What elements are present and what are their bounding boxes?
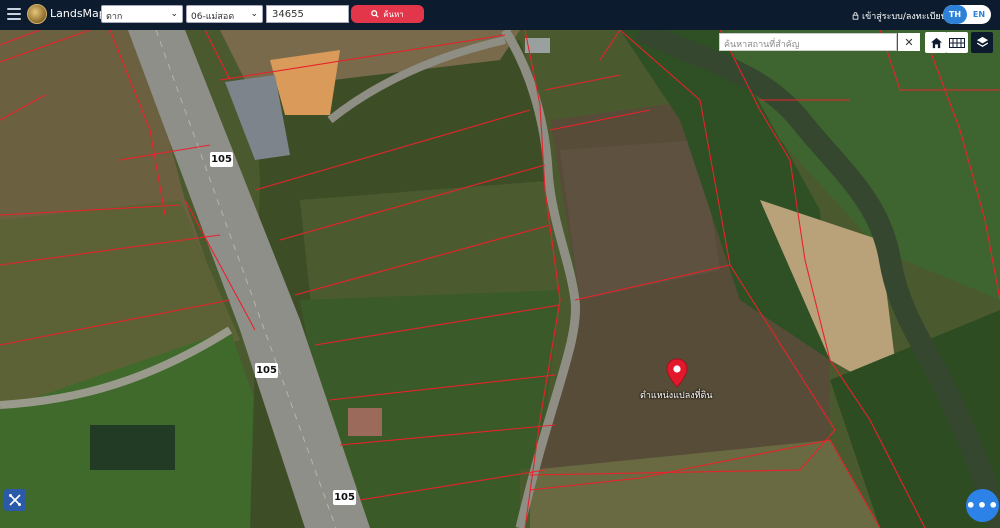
login-link[interactable]: เข้าสู่ระบบ/ลงทะเบียน: [852, 9, 947, 23]
search-button[interactable]: ค้นหา: [351, 5, 424, 23]
grid-icon: [949, 37, 965, 48]
district-select-value: 06-แม่สอด: [191, 12, 235, 22]
chevron-down-icon: ⌄: [170, 9, 178, 19]
province-select[interactable]: ตาก ⌄: [101, 5, 183, 23]
hamburger-icon[interactable]: [7, 8, 21, 20]
grid-button[interactable]: [946, 32, 968, 53]
login-link-label: เข้าสู่ระบบ/ลงทะเบียน: [862, 12, 947, 22]
place-search-input[interactable]: ค้นหาสถานที่สำคัญ: [719, 33, 897, 51]
route-shield: 105: [255, 363, 278, 378]
search-button-label: ค้นหา: [383, 9, 404, 19]
clear-search-button[interactable]: ✕: [898, 33, 920, 51]
chevron-down-icon: ⌄: [250, 9, 258, 19]
layers-button[interactable]: [971, 32, 993, 53]
language-toggle[interactable]: TH EN: [943, 5, 991, 24]
province-select-value: ตาก: [106, 12, 123, 22]
lang-en[interactable]: EN: [967, 5, 991, 24]
map-pin-icon[interactable]: [666, 358, 688, 388]
tools-icon: [9, 494, 21, 506]
route-shield: 105: [210, 152, 233, 167]
parcel-number-input[interactable]: 34655: [266, 5, 349, 23]
home-icon: [930, 37, 942, 48]
layers-icon: [976, 36, 988, 47]
logo: [27, 4, 47, 24]
map-view[interactable]: [0, 30, 1000, 528]
search-icon: [371, 10, 379, 18]
home-button[interactable]: [925, 32, 947, 53]
measure-tools-button[interactable]: [4, 489, 26, 511]
more-options-button[interactable]: •••: [966, 489, 999, 522]
lock-icon: [852, 12, 859, 20]
route-shield: 105: [333, 490, 356, 505]
satellite-imagery: [0, 30, 1000, 528]
district-select[interactable]: 06-แม่สอด ⌄: [186, 5, 263, 23]
lang-th[interactable]: TH: [943, 5, 967, 24]
marker-label: ตำแหน่งแปลงที่ดิน: [640, 391, 713, 401]
top-bar: LandsMaps ตาก ⌄ 06-แม่สอด ⌄ 34655 ค้นหา …: [0, 0, 1000, 30]
